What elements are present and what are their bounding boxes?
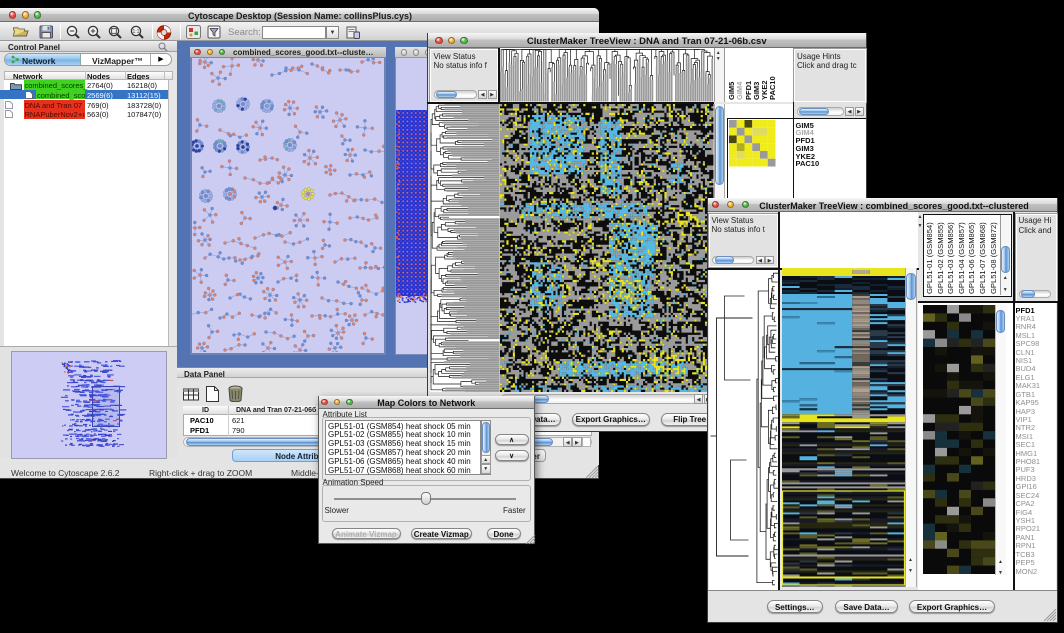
svg-text:1:1: 1:1 [133,29,140,35]
